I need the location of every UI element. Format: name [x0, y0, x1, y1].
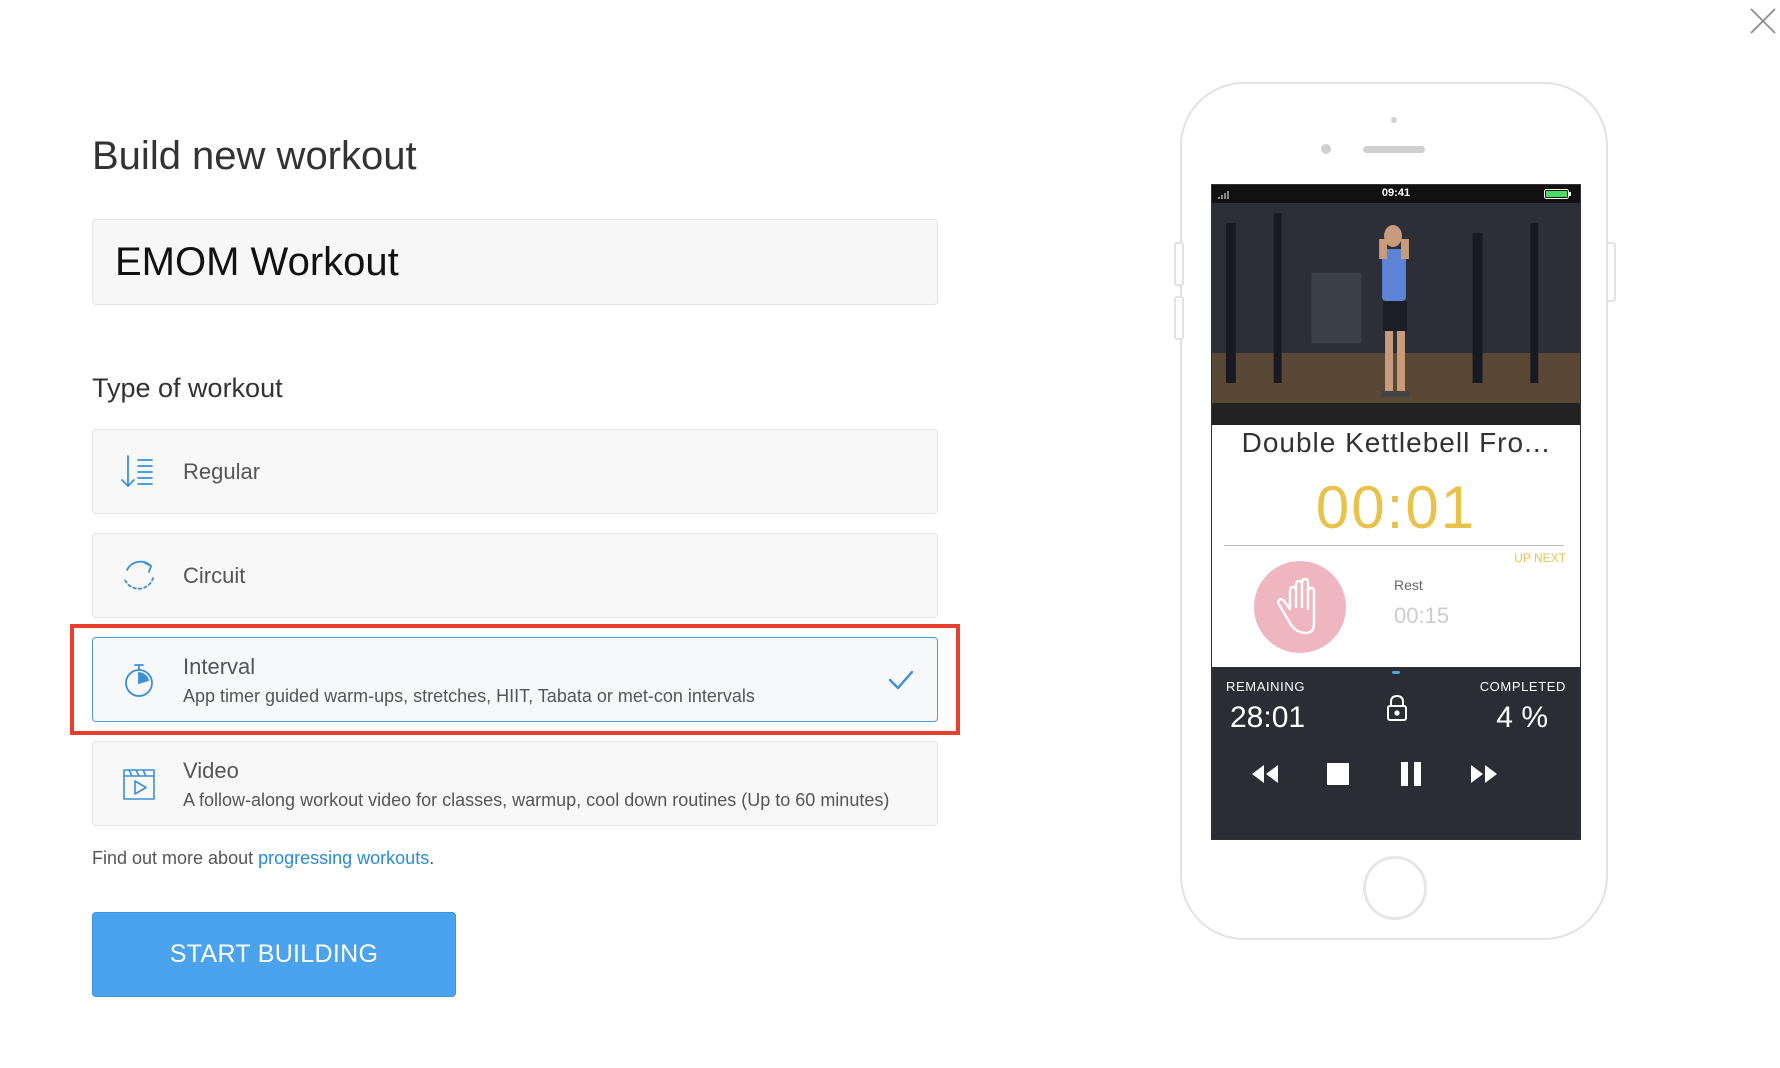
phone-preview: 09:41 Double Kettlebell Fro... 00:01 UP …	[1174, 82, 1616, 940]
rewind-button[interactable]	[1248, 757, 1282, 791]
remaining-value: 28:01	[1230, 701, 1306, 734]
fast-forward-button[interactable]	[1467, 757, 1501, 791]
close-button[interactable]	[1748, 6, 1778, 36]
phone-volume-down	[1174, 296, 1184, 340]
option-circuit[interactable]: Circuit	[92, 533, 938, 618]
rewind-icon	[1252, 765, 1278, 783]
next-rest-label: Rest	[1394, 577, 1423, 593]
phone-power-button	[1606, 242, 1616, 302]
checkmark-icon	[885, 664, 917, 696]
status-time: 09:41	[1381, 187, 1411, 199]
workout-name-input[interactable]	[92, 219, 938, 305]
remaining-label: REMAINING	[1226, 679, 1306, 694]
option-regular[interactable]: Regular	[92, 429, 938, 514]
circular-arrow-icon	[119, 556, 159, 596]
option-regular-label: Regular	[183, 458, 261, 484]
up-next-label: UP NEXT	[1514, 551, 1566, 565]
progressing-workouts-link[interactable]: progressing workouts	[258, 848, 429, 868]
timer-divider	[1224, 545, 1564, 546]
phone-home-button	[1363, 856, 1427, 920]
hand-stop-icon	[1277, 577, 1316, 635]
exercise-title: Double Kettlebell Fro...	[1241, 427, 1551, 458]
stop-button[interactable]	[1321, 757, 1355, 791]
page-title: Build new workout	[92, 134, 417, 178]
sort-list-icon	[119, 452, 159, 492]
battery-icon	[1544, 189, 1574, 202]
completed-value: 4 %	[1496, 701, 1548, 734]
pause-button[interactable]	[1394, 757, 1428, 791]
next-rest-time: 00:15	[1394, 603, 1450, 628]
interval-timer: 00:01	[1315, 474, 1477, 541]
stop-icon	[1327, 763, 1349, 785]
lock-icon[interactable]	[1384, 693, 1410, 723]
video-clapper-icon	[119, 764, 159, 804]
close-icon	[1750, 8, 1776, 34]
phone-speaker	[1363, 146, 1425, 153]
phone-screen: 09:41 Double Kettlebell Fro... 00:01 UP …	[1211, 184, 1581, 840]
exercise-video[interactable]	[1212, 203, 1580, 425]
start-building-button[interactable]: START BUILDING	[92, 912, 456, 997]
footnote-period: .	[429, 848, 435, 868]
option-video-description: A follow-along workout video for classes…	[183, 790, 890, 810]
footnote: Find out more about progressing workouts…	[92, 848, 434, 869]
rest-indicator	[1254, 561, 1346, 653]
option-interval-label: Interval	[183, 654, 256, 679]
workout-type-label: Type of workout	[92, 373, 283, 403]
phone-volume-up	[1174, 242, 1184, 286]
option-video-label: Video	[183, 758, 239, 783]
option-interval[interactable]: Interval App timer guided warm-ups, stre…	[92, 637, 938, 722]
stopwatch-icon	[119, 660, 159, 700]
option-circuit-label: Circuit	[183, 562, 246, 588]
player-controls: REMAINING 28:01 COMPLETED 4 %	[1212, 667, 1580, 839]
phone-camera	[1321, 144, 1331, 154]
status-bar: 09:41	[1212, 185, 1580, 203]
drag-handle[interactable]	[1392, 671, 1400, 674]
option-interval-description: App timer guided warm-ups, stretches, HI…	[183, 686, 755, 706]
completed-label: COMPLETED	[1479, 679, 1566, 694]
option-video[interactable]: Video A follow-along workout video for c…	[92, 741, 938, 826]
pause-icon	[1401, 762, 1421, 786]
fast-forward-icon	[1471, 765, 1497, 783]
footnote-text: Find out more about	[92, 848, 259, 868]
phone-sensor	[1391, 117, 1397, 123]
